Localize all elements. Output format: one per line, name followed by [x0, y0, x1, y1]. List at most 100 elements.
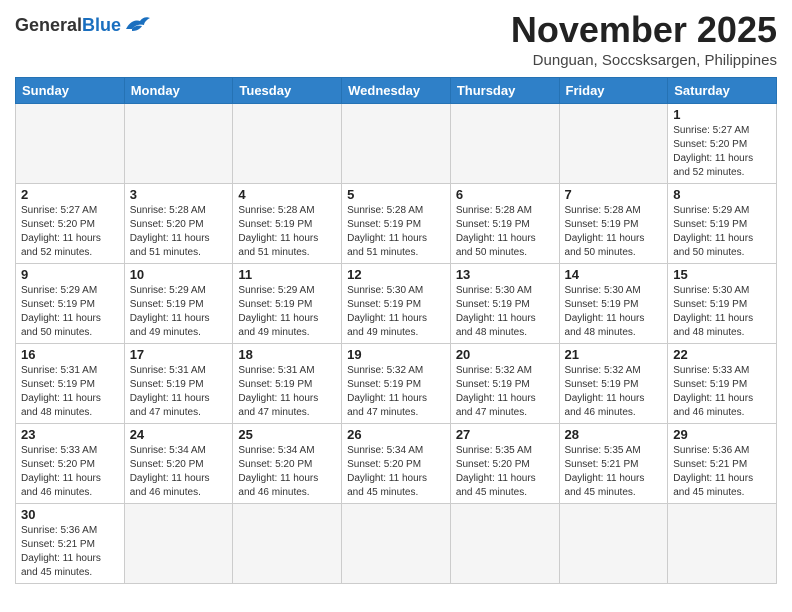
table-row: [342, 103, 451, 183]
logo: General Blue: [15, 10, 152, 35]
calendar-table: Sunday Monday Tuesday Wednesday Thursday…: [15, 77, 777, 584]
table-row: [124, 503, 233, 583]
day-info: Sunrise: 5:32 AMSunset: 5:19 PMDaylight:…: [347, 364, 445, 420]
table-row: [559, 503, 668, 583]
day-info: Sunrise: 5:30 AMSunset: 5:19 PMDaylight:…: [673, 284, 771, 340]
calendar-week-row: 23Sunrise: 5:33 AMSunset: 5:20 PMDayligh…: [16, 423, 777, 503]
table-row: 29Sunrise: 5:36 AMSunset: 5:21 PMDayligh…: [668, 423, 777, 503]
day-info: Sunrise: 5:35 AMSunset: 5:21 PMDaylight:…: [565, 444, 663, 500]
day-number: 21: [565, 347, 663, 362]
table-row: 5 Sunrise: 5:28 AMSunset: 5:19 PMDaylight…: [342, 183, 451, 263]
header-monday: Monday: [124, 77, 233, 103]
day-info: Sunrise: 5:28 AMSunset: 5:19 PMDaylight:…: [565, 204, 663, 260]
table-row: 4 Sunrise: 5:28 AMSunset: 5:19 PMDaylight…: [233, 183, 342, 263]
table-row: 2 Sunrise: 5:27 AMSunset: 5:20 PMDaylight…: [16, 183, 125, 263]
day-info: Sunrise: 5:34 AMSunset: 5:20 PMDaylight:…: [238, 444, 336, 500]
day-info: Sunrise: 5:32 AMSunset: 5:19 PMDaylight:…: [565, 364, 663, 420]
day-info: Sunrise: 5:27 AMSunset: 5:20 PMDaylight:…: [673, 124, 771, 180]
table-row: [233, 503, 342, 583]
day-info: Sunrise: 5:31 AMSunset: 5:19 PMDaylight:…: [21, 364, 119, 420]
header-thursday: Thursday: [450, 77, 559, 103]
table-row: 21 Sunrise: 5:32 AMSunset: 5:19 PMDayligh…: [559, 343, 668, 423]
day-info: Sunrise: 5:30 AMSunset: 5:19 PMDaylight:…: [456, 284, 554, 340]
table-row: 30 Sunrise: 5:36 AMSunset: 5:21 PMDayligh…: [16, 503, 125, 583]
day-number: 24: [130, 427, 228, 442]
table-row: 19 Sunrise: 5:32 AMSunset: 5:19 PMDayligh…: [342, 343, 451, 423]
header-saturday: Saturday: [668, 77, 777, 103]
calendar-week-row: 9 Sunrise: 5:29 AMSunset: 5:19 PMDaylight…: [16, 263, 777, 343]
day-number: 9: [21, 267, 119, 282]
day-info: Sunrise: 5:29 AMSunset: 5:19 PMDaylight:…: [673, 204, 771, 260]
table-row: [233, 103, 342, 183]
table-row: 9 Sunrise: 5:29 AMSunset: 5:19 PMDaylight…: [16, 263, 125, 343]
day-info: Sunrise: 5:28 AMSunset: 5:19 PMDaylight:…: [347, 204, 445, 260]
day-number: 7: [565, 187, 663, 202]
location-title: Dunguan, Soccsksargen, Philippines: [511, 52, 777, 69]
table-row: [124, 103, 233, 183]
day-number: 30: [21, 507, 119, 522]
day-number: 6: [456, 187, 554, 202]
logo-bird-icon: [124, 15, 152, 35]
day-number: 19: [347, 347, 445, 362]
day-number: 15: [673, 267, 771, 282]
table-row: 17Sunrise: 5:31 AMSunset: 5:19 PMDayligh…: [124, 343, 233, 423]
day-info: Sunrise: 5:29 AMSunset: 5:19 PMDaylight:…: [238, 284, 336, 340]
day-info: Sunrise: 5:34 AMSunset: 5:20 PMDaylight:…: [347, 444, 445, 500]
day-number: 3: [130, 187, 228, 202]
day-number: 26: [347, 427, 445, 442]
day-number: 25: [238, 427, 336, 442]
calendar-week-row: 2 Sunrise: 5:27 AMSunset: 5:20 PMDaylight…: [16, 183, 777, 263]
day-info: Sunrise: 5:29 AMSunset: 5:19 PMDaylight:…: [130, 284, 228, 340]
day-info: Sunrise: 5:30 AMSunset: 5:19 PMDaylight:…: [565, 284, 663, 340]
table-row: 18Sunrise: 5:31 AMSunset: 5:19 PMDayligh…: [233, 343, 342, 423]
day-number: 4: [238, 187, 336, 202]
table-row: [342, 503, 451, 583]
day-info: Sunrise: 5:33 AMSunset: 5:20 PMDaylight:…: [21, 444, 119, 500]
day-number: 2: [21, 187, 119, 202]
table-row: 14 Sunrise: 5:30 AMSunset: 5:19 PMDayligh…: [559, 263, 668, 343]
day-number: 11: [238, 267, 336, 282]
day-number: 1: [673, 107, 771, 122]
logo-general-text: General: [15, 16, 82, 34]
calendar-week-row: 30 Sunrise: 5:36 AMSunset: 5:21 PMDayligh…: [16, 503, 777, 583]
table-row: [450, 103, 559, 183]
day-info: Sunrise: 5:36 AMSunset: 5:21 PMDaylight:…: [21, 524, 119, 580]
table-row: 7 Sunrise: 5:28 AMSunset: 5:19 PMDaylight…: [559, 183, 668, 263]
day-number: 28: [565, 427, 663, 442]
day-info: Sunrise: 5:31 AMSunset: 5:19 PMDaylight:…: [238, 364, 336, 420]
calendar-week-row: 1 Sunrise: 5:27 AMSunset: 5:20 PMDaylight…: [16, 103, 777, 183]
header-friday: Friday: [559, 77, 668, 103]
day-number: 20: [456, 347, 554, 362]
calendar-week-row: 16Sunrise: 5:31 AMSunset: 5:19 PMDayligh…: [16, 343, 777, 423]
day-info: Sunrise: 5:28 AMSunset: 5:19 PMDaylight:…: [238, 204, 336, 260]
day-info: Sunrise: 5:29 AMSunset: 5:19 PMDaylight:…: [21, 284, 119, 340]
day-number: 14: [565, 267, 663, 282]
day-info: Sunrise: 5:35 AMSunset: 5:20 PMDaylight:…: [456, 444, 554, 500]
day-number: 12: [347, 267, 445, 282]
day-info: Sunrise: 5:33 AMSunset: 5:19 PMDaylight:…: [673, 364, 771, 420]
header-sunday: Sunday: [16, 77, 125, 103]
day-number: 13: [456, 267, 554, 282]
day-number: 10: [130, 267, 228, 282]
table-row: 3 Sunrise: 5:28 AMSunset: 5:20 PMDaylight…: [124, 183, 233, 263]
day-info: Sunrise: 5:30 AMSunset: 5:19 PMDaylight:…: [347, 284, 445, 340]
day-info: Sunrise: 5:28 AMSunset: 5:19 PMDaylight:…: [456, 204, 554, 260]
table-row: 26 Sunrise: 5:34 AMSunset: 5:20 PMDayligh…: [342, 423, 451, 503]
table-row: 6 Sunrise: 5:28 AMSunset: 5:19 PMDaylight…: [450, 183, 559, 263]
day-info: Sunrise: 5:27 AMSunset: 5:20 PMDaylight:…: [21, 204, 119, 260]
table-row: 10 Sunrise: 5:29 AMSunset: 5:19 PMDayligh…: [124, 263, 233, 343]
day-info: Sunrise: 5:28 AMSunset: 5:20 PMDaylight:…: [130, 204, 228, 260]
day-number: 22: [673, 347, 771, 362]
day-number: 8: [673, 187, 771, 202]
table-row: 1 Sunrise: 5:27 AMSunset: 5:20 PMDaylight…: [668, 103, 777, 183]
table-row: 28 Sunrise: 5:35 AMSunset: 5:21 PMDayligh…: [559, 423, 668, 503]
table-row: [668, 503, 777, 583]
table-row: 16Sunrise: 5:31 AMSunset: 5:19 PMDayligh…: [16, 343, 125, 423]
logo-blue-text: Blue: [82, 16, 121, 34]
day-number: 5: [347, 187, 445, 202]
table-row: 12 Sunrise: 5:30 AMSunset: 5:19 PMDayligh…: [342, 263, 451, 343]
day-info: Sunrise: 5:32 AMSunset: 5:19 PMDaylight:…: [456, 364, 554, 420]
header-wednesday: Wednesday: [342, 77, 451, 103]
day-number: 17: [130, 347, 228, 362]
month-title: November 2025: [511, 10, 777, 50]
